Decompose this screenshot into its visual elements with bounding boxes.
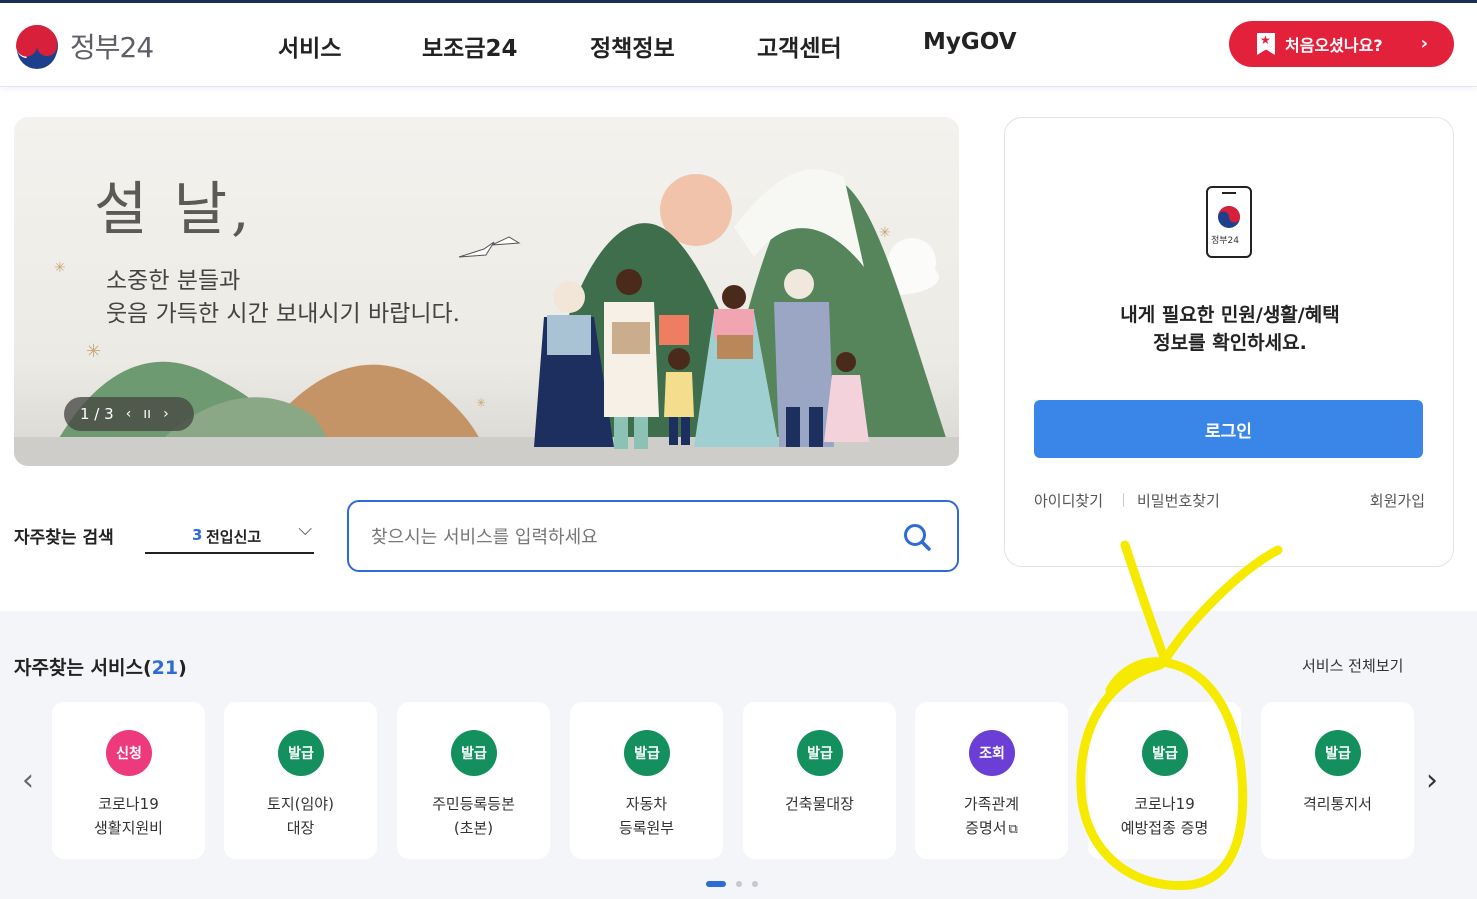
carousel-dot[interactable] <box>736 881 742 887</box>
banner-pager: 1 / 3 ‹ ıı › <box>64 397 194 431</box>
site-header: 정부24 서비스 보조금24 정책정보 고객센터 MyGOV 처음오셨나요? › <box>0 3 1477 87</box>
frequent-search-dropdown[interactable]: 3 전입신고 ⌵ <box>145 518 314 554</box>
service-card-building-register[interactable]: 발급 건축물대장 <box>743 702 896 859</box>
carousel-dot[interactable] <box>752 881 758 887</box>
nav-services[interactable]: 서비스 <box>278 29 341 63</box>
service-name: 자동차 등록원부 <box>618 795 675 837</box>
nav-mygov[interactable]: MyGOV <box>923 29 1017 55</box>
search-input[interactable] <box>371 520 891 554</box>
bookmark-star-icon <box>1257 33 1275 55</box>
service-badge: 발급 <box>797 730 843 776</box>
login-button[interactable]: 로그인 <box>1034 400 1423 458</box>
service-search-box <box>347 500 959 572</box>
service-card-covid-vaccination-cert[interactable]: 발급 코로나19 예방접종 증명 <box>1088 702 1241 859</box>
service-name: 가족관계 증명서 ⧉ <box>915 792 1068 842</box>
service-name: 주민등록등본 (초본) <box>432 795 515 837</box>
frequent-services-section: 자주찾는 서비스(21) 서비스 전체보기 ‹ › 신청 코로나19 생활지원비 … <box>0 611 1477 899</box>
service-name: 코로나19 생활지원비 <box>93 795 163 837</box>
service-badge: 신청 <box>106 730 152 776</box>
service-name: 토지(임야) 대장 <box>267 795 334 837</box>
svg-text:✳: ✳ <box>86 341 101 362</box>
service-card-family-relation[interactable]: 조회 가족관계 증명서 ⧉ <box>915 702 1068 859</box>
banner-subtitle-2: 웃음 가득한 시간 보내시기 바랍니다. <box>106 301 460 327</box>
frequent-search-value: 전입신고 <box>206 528 262 546</box>
carousel-next-icon[interactable]: › <box>1426 763 1438 798</box>
nav-customer-center[interactable]: 고객센터 <box>757 29 842 63</box>
service-badge: 발급 <box>1142 730 1188 776</box>
service-card-quarantine-notice[interactable]: 발급 격리통지서 <box>1261 702 1414 859</box>
service-name: 격리통지서 <box>1302 795 1372 813</box>
login-message-2: 정보를 확인하세요. <box>1153 332 1307 354</box>
signup-link[interactable]: 회원가입 <box>1370 490 1425 511</box>
login-card: 정부24 내게 필요한 민원/생활/혜택 정보를 확인하세요. 로그인 아이디찾… <box>1004 117 1454 567</box>
service-badge: 조회 <box>969 730 1015 776</box>
external-link-icon: ⧉ <box>1008 822 1018 837</box>
service-badge: 발급 <box>624 730 670 776</box>
carousel-prev-icon[interactable]: ‹ <box>22 763 34 798</box>
link-divider <box>1123 493 1124 507</box>
logo[interactable]: 정부24 <box>14 23 154 69</box>
svg-text:✳: ✳ <box>54 260 66 276</box>
service-card-resident-registration[interactable]: 발급 주민등록등본 (초본) <box>397 702 550 859</box>
service-badge: 발급 <box>1315 730 1361 776</box>
mobile-id-icon: 정부24 <box>1206 186 1252 258</box>
frequent-search-rank: 3 <box>192 526 203 544</box>
frequent-search-label: 자주찾는 검색 <box>14 528 114 548</box>
banner-page-indicator: 1 / 3 <box>80 405 114 423</box>
chevron-down-icon: ⌵ <box>298 519 312 540</box>
service-card-land-register[interactable]: 발급 토지(임야) 대장 <box>224 702 377 859</box>
banner-subtitle-1: 소중한 분들과 <box>106 268 241 294</box>
services-count: 21 <box>151 657 179 679</box>
first-visit-label: 처음오셨나요? <box>1285 36 1383 55</box>
carousel-dot-active[interactable] <box>706 881 726 887</box>
taegeuk-logo-icon <box>14 23 60 69</box>
chevron-left-icon[interactable]: ‹ <box>126 406 132 422</box>
hero-banner[interactable]: ✳ ✳ ✳ ✳ 설 날, 소중한 분들과 웃음 가득한 시간 보내시기 바랍니다… <box>14 117 959 466</box>
search-icon[interactable] <box>902 522 932 552</box>
svg-text:✳: ✳ <box>879 225 891 241</box>
banner-title: 설 날, <box>94 175 254 243</box>
logo-text: 정부24 <box>70 31 154 64</box>
svg-text:✳: ✳ <box>476 396 486 410</box>
find-id-link[interactable]: 아이디찾기 <box>1034 490 1103 511</box>
service-name: 코로나19 예방접종 증명 <box>1120 795 1209 837</box>
first-visit-button[interactable]: 처음오셨나요? › <box>1229 21 1454 67</box>
nav-policy-info[interactable]: 정책정보 <box>590 29 675 63</box>
nav-subsidy24[interactable]: 보조금24 <box>422 29 518 63</box>
phone-label: 정부24 <box>1211 236 1240 246</box>
carousel-dots <box>706 881 768 887</box>
find-password-link[interactable]: 비밀번호찾기 <box>1137 490 1220 511</box>
chevron-right-icon[interactable]: › <box>163 406 169 422</box>
chevron-right-icon: › <box>1420 33 1428 54</box>
services-title-text: 자주찾는 서비스 <box>14 657 143 679</box>
pause-icon[interactable]: ıı <box>143 406 151 422</box>
service-badge: 발급 <box>278 730 324 776</box>
service-card-covid-living-support[interactable]: 신청 코로나19 생활지원비 <box>52 702 205 859</box>
service-name: 건축물대장 <box>784 795 854 813</box>
service-badge: 발급 <box>451 730 497 776</box>
login-message-1: 내게 필요한 민원/생활/혜택 <box>1120 304 1340 326</box>
service-card-vehicle-register[interactable]: 발급 자동차 등록원부 <box>570 702 723 859</box>
services-title: 자주찾는 서비스(21) <box>14 657 187 679</box>
view-all-services-link[interactable]: 서비스 전체보기 <box>1302 655 1403 676</box>
